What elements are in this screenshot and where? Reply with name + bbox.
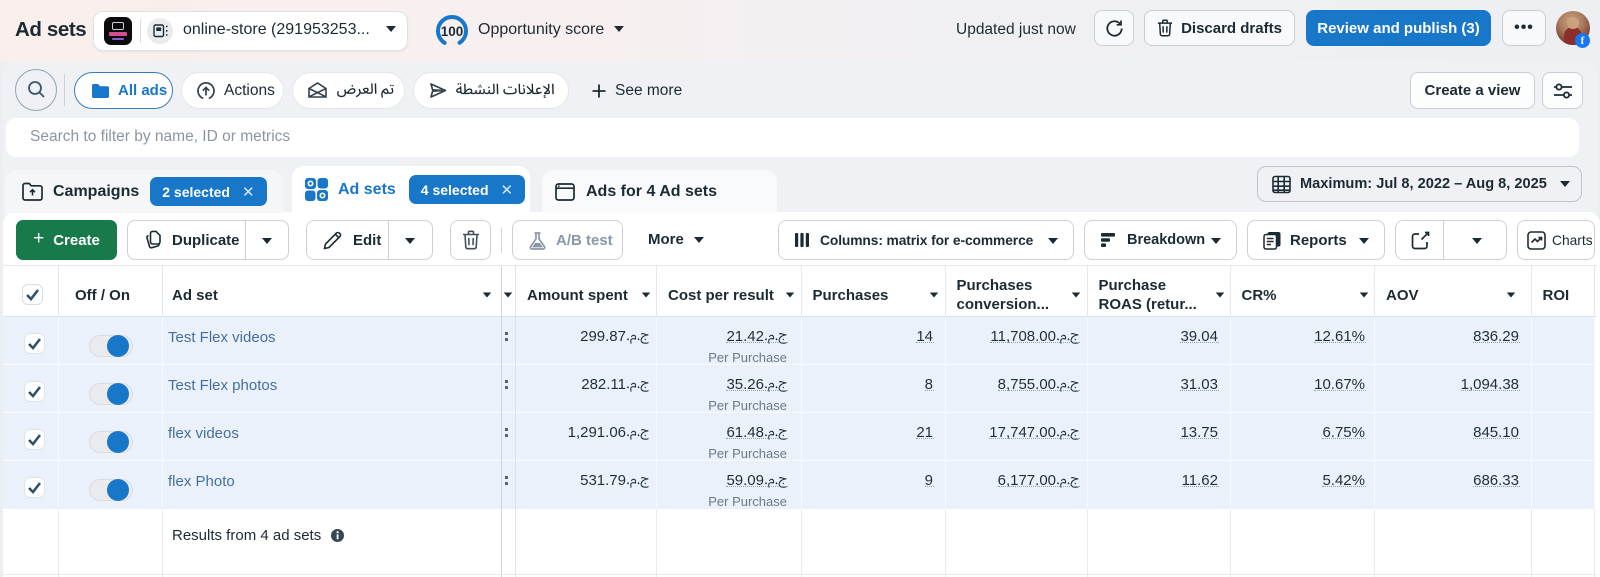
svg-text:100: 100 xyxy=(441,24,464,39)
